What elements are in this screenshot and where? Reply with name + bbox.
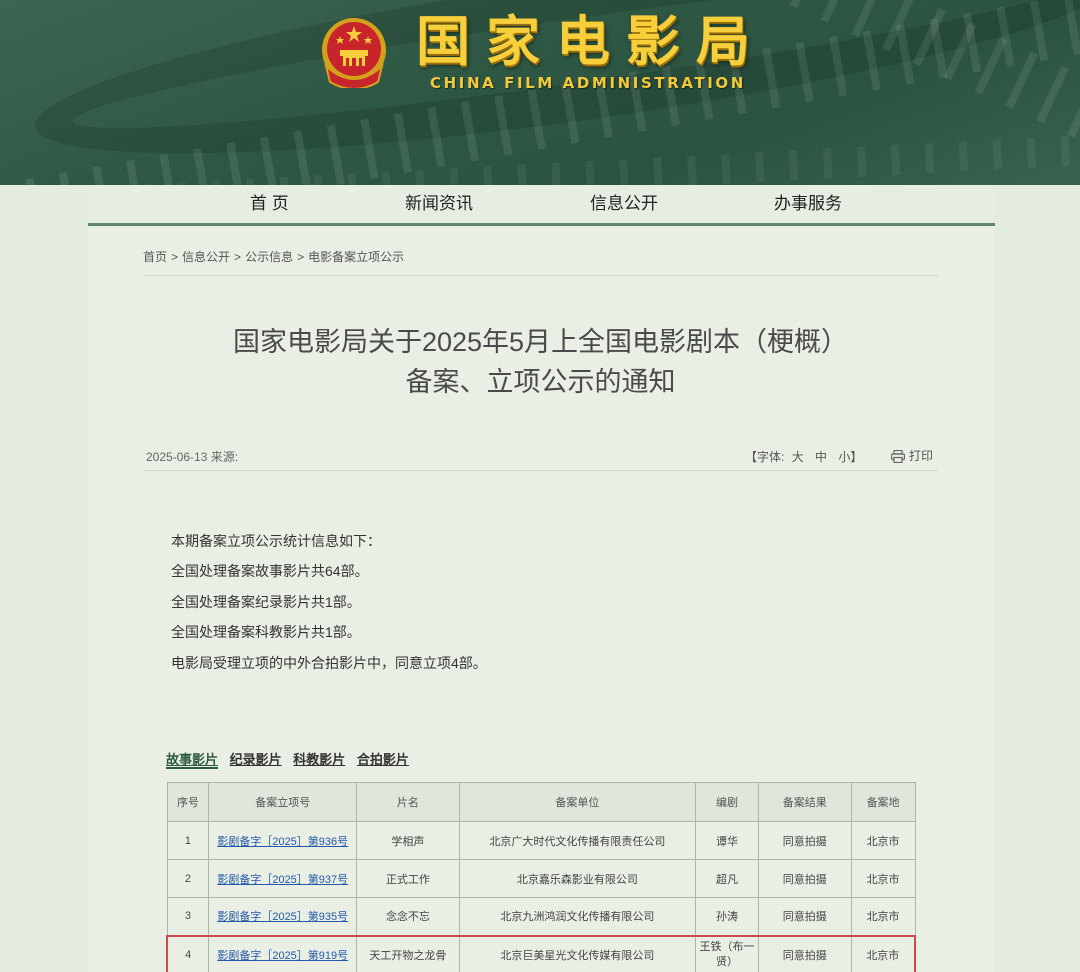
nav-item-home[interactable]: 首 页 (250, 185, 289, 223)
table-row-highlighted: 4 影剧备字［2025］第919号 天工开物之龙骨 北京巨美星光文化传媒有限公司… (166, 934, 916, 972)
table-row: 3 影剧备字［2025］第935号 念念不忘 北京九洲鸿润文化传播有限公司 孙涛… (166, 897, 916, 936)
font-size-large-button[interactable]: 大 (792, 450, 804, 464)
breadcrumb-public-notice[interactable]: 公示信息 (245, 250, 293, 264)
breadcrumb-film-filing[interactable]: 电影备案立项公示 (308, 250, 404, 264)
national-emblem-icon (322, 18, 386, 88)
printer-icon (891, 449, 906, 464)
print-button[interactable]: 打印 (891, 447, 933, 464)
divider (143, 470, 938, 471)
nav-item-info-disclosure[interactable]: 信息公开 (590, 185, 658, 223)
filing-id-link[interactable]: 影剧备字［2025］第936号 (217, 836, 348, 848)
column-header: 备案地 (850, 782, 916, 822)
cell-result: 同意拍摄 (757, 821, 852, 860)
stats-line: 电影局受理立项的中外合拍影片中，同意立项4部。 (171, 654, 487, 671)
cell-result: 同意拍摄 (757, 934, 852, 972)
tab-coproduction-films[interactable]: 合拍影片 (357, 752, 409, 767)
breadcrumb: 首页 > 信息公开 > 公示信息 > 电影备案立项公示 (143, 248, 404, 265)
cell-title: 正式工作 (356, 859, 460, 898)
cell-no: 3 (166, 897, 210, 936)
tab-science-films[interactable]: 科教影片 (293, 752, 345, 767)
font-size-small-button[interactable]: 小】 (838, 450, 862, 464)
cell-title: 念念不忘 (356, 897, 460, 936)
article-source-label: 来源: (210, 450, 239, 464)
breadcrumb-info-disclosure[interactable]: 信息公开 (182, 250, 230, 264)
site-logo-subtitle: CHINA FILM ADMINISTRATION (430, 74, 746, 92)
cell-unit: 北京嘉乐森影业有限公司 (458, 859, 697, 898)
print-label: 打印 (909, 449, 934, 463)
breadcrumb-separator: > (234, 250, 242, 264)
cell-no: 4 (166, 934, 210, 972)
column-header: 备案立项号 (208, 782, 358, 822)
cell-writer: 超凡 (695, 859, 759, 898)
cell-no: 2 (166, 859, 210, 898)
filing-table: 序号 备案立项号 片名 备案单位 编剧 备案结果 备案地 1 影剧备字［2025… (166, 782, 916, 972)
cell-place: 北京市 (850, 934, 916, 972)
article-title-line: 国家电影局关于2025年5月上全国电影剧本（梗概） (232, 327, 849, 357)
stats-line: 本期备案立项公示统计信息如下： (171, 533, 381, 549)
filing-id-link[interactable]: 影剧备字［2025］第935号 (217, 911, 348, 923)
cell-unit: 北京巨美星光文化传媒有限公司 (458, 934, 697, 972)
divider (143, 275, 938, 276)
cell-unit: 北京九洲鸿润文化传播有限公司 (458, 897, 697, 936)
article-meta: 2025-06-13 来源: (146, 448, 238, 465)
cell-unit: 北京广大时代文化传播有限责任公司 (458, 821, 697, 860)
cell-filing-id: 影剧备字［2025］第936号 (208, 821, 358, 860)
column-header: 片名 (356, 782, 460, 822)
breadcrumb-home[interactable]: 首页 (143, 250, 167, 264)
cell-filing-id: 影剧备字［2025］第937号 (208, 859, 358, 898)
cell-place: 北京市 (850, 897, 916, 936)
tab-documentary-films[interactable]: 纪录影片 (230, 752, 282, 767)
cell-result: 同意拍摄 (757, 897, 852, 936)
font-size-label: 【字体: (745, 450, 785, 464)
table-row: 1 影剧备字［2025］第936号 学相声 北京广大时代文化传播有限责任公司 谭… (166, 821, 916, 860)
film-category-tabs: 故事影片 纪录影片 科教影片 合拍影片 (166, 749, 417, 769)
table-row: 2 影剧备字［2025］第937号 正式工作 北京嘉乐森影业有限公司 超凡 同意… (166, 859, 916, 898)
column-header: 序号 (166, 782, 210, 822)
breadcrumb-separator: > (171, 250, 179, 264)
filing-id-link[interactable]: 影剧备字［2025］第937号 (217, 874, 348, 886)
cell-writer: 谭华 (695, 821, 759, 860)
cell-result: 同意拍摄 (757, 859, 852, 898)
article-title-line: 备案、立项公示的通知 (405, 367, 676, 397)
tab-story-films[interactable]: 故事影片 (166, 752, 219, 769)
stats-text: 本期备案立项公示统计信息如下： 全国处理备案故事影片共64部。 全国处理备案纪录… (171, 526, 487, 678)
cell-title: 天工开物之龙骨 (356, 934, 460, 972)
article-title: 国家电影局关于2025年5月上全国电影剧本（梗概） 备案、立项公示的通知 (143, 322, 938, 402)
filing-id-link[interactable]: 影剧备字［2025］第919号 (217, 950, 348, 962)
column-header: 备案单位 (458, 782, 697, 822)
main-nav: 首 页 新闻资讯 信息公开 办事服务 (88, 185, 995, 226)
nav-item-news[interactable]: 新闻资讯 (405, 185, 473, 223)
font-size-control: 【字体: 大 中 小】 (745, 448, 866, 465)
article-date: 2025-06-13 (146, 450, 208, 464)
cell-no: 1 (166, 821, 210, 860)
cell-writer: 王铁（布一贤） (695, 934, 759, 972)
stats-line: 全国处理备案故事影片共64部。 (171, 563, 369, 580)
font-size-medium-button[interactable]: 中 (815, 450, 827, 464)
cell-title: 学相声 (356, 821, 460, 860)
breadcrumb-separator: > (297, 250, 305, 264)
table-header-row: 序号 备案立项号 片名 备案单位 编剧 备案结果 备案地 (166, 782, 916, 822)
cell-writer: 孙涛 (695, 897, 759, 936)
stats-line: 全国处理备案纪录影片共1部。 (171, 593, 361, 610)
cell-filing-id: 影剧备字［2025］第919号 (208, 934, 358, 972)
column-header: 备案结果 (757, 782, 852, 822)
site-logo-text[interactable]: 国家电影局 (416, 10, 760, 74)
stats-line: 全国处理备案科教影片共1部。 (171, 624, 361, 641)
nav-item-services[interactable]: 办事服务 (774, 185, 842, 223)
cell-filing-id: 影剧备字［2025］第935号 (208, 897, 358, 936)
cell-place: 北京市 (850, 859, 916, 898)
column-header: 编剧 (695, 782, 759, 822)
header-banner: 国家电影局 CHINA FILM ADMINISTRATION (0, 0, 1080, 185)
cell-place: 北京市 (850, 821, 916, 860)
